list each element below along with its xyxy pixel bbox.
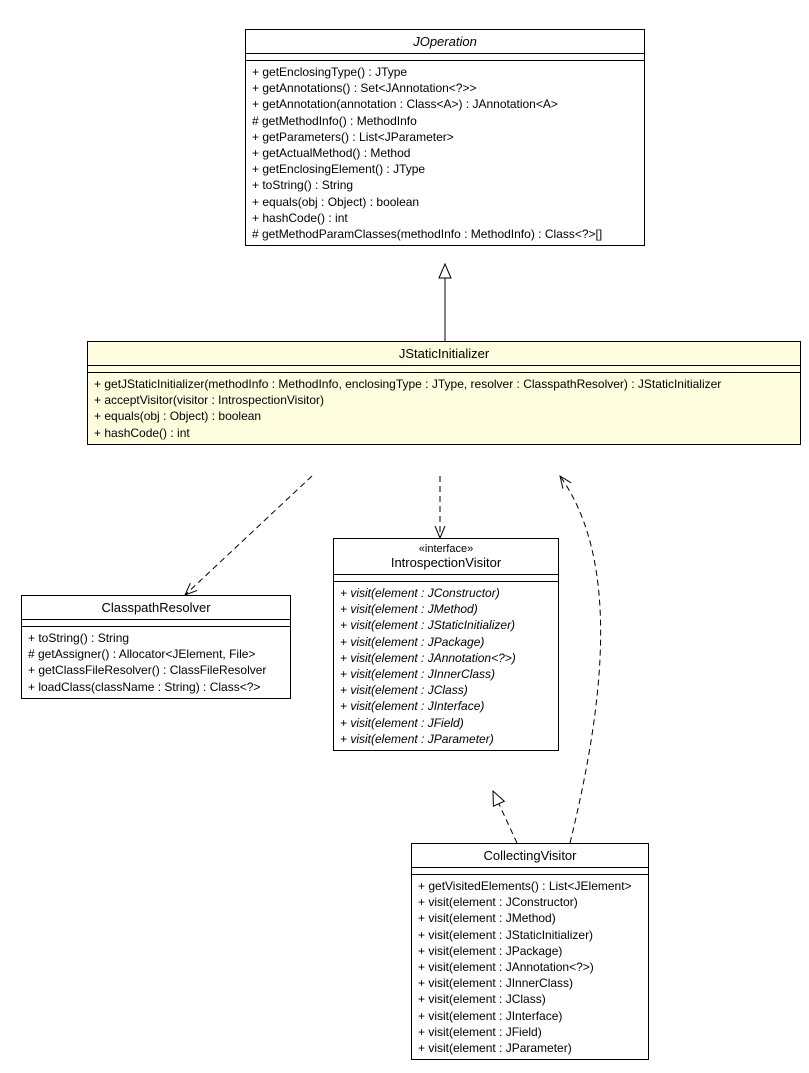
class-collectingvisitor: CollectingVisitor + getVisitedElements()… (411, 843, 649, 1060)
operation-line: + visit(element : JAnnotation<?>) (418, 959, 642, 975)
operation-line: + equals(obj : Object) : boolean (252, 194, 638, 210)
operation-line: + visit(element : JPackage) (418, 943, 642, 959)
class-classpathresolver: ClasspathResolver + toString() : String#… (21, 595, 291, 699)
operation-line: + equals(obj : Object) : boolean (94, 408, 794, 424)
operation-line: + getEnclosingType() : JType (252, 64, 638, 80)
operation-line: + visit(element : JParameter) (340, 731, 552, 747)
operation-line: + getActualMethod() : Method (252, 145, 638, 161)
attrs-compartment (246, 54, 644, 61)
operation-line: + visit(element : JMethod) (418, 910, 642, 926)
operation-line: + getAnnotations() : Set<JAnnotation<?>> (252, 80, 638, 96)
operation-line: # getMethodParamClasses(methodInfo : Met… (252, 226, 638, 242)
operation-line: + visit(element : JInnerClass) (340, 666, 552, 682)
attrs-compartment (22, 620, 290, 627)
operation-line: + loadClass(className : String) : Class<… (28, 679, 284, 695)
ops-compartment: + getJStaticInitializer(methodInfo : Met… (88, 373, 800, 444)
class-name: «interface» IntrospectionVisitor (334, 539, 558, 575)
operation-line: + visit(element : JMethod) (340, 601, 552, 617)
operation-line: + getEnclosingElement() : JType (252, 161, 638, 177)
operation-line: + visit(element : JField) (340, 715, 552, 731)
class-name: JStaticInitializer (88, 342, 800, 366)
operation-line: + getJStaticInitializer(methodInfo : Met… (94, 376, 794, 392)
operation-line: + visit(element : JField) (418, 1024, 642, 1040)
class-name: CollectingVisitor (412, 844, 648, 868)
class-name: ClasspathResolver (22, 596, 290, 620)
operation-line: + toString() : String (252, 177, 638, 193)
operation-line: + visit(element : JAnnotation<?>) (340, 650, 552, 666)
operation-line: + visit(element : JPackage) (340, 634, 552, 650)
operation-line: + getVisitedElements() : List<JElement> (418, 878, 642, 894)
operation-line: + getParameters() : List<JParameter> (252, 129, 638, 145)
attrs-compartment (334, 575, 558, 582)
stereotype: «interface» (342, 543, 550, 555)
operation-line: + visit(element : JInterface) (418, 1008, 642, 1024)
operation-line: + visit(element : JInnerClass) (418, 975, 642, 991)
operation-line: + hashCode() : int (94, 425, 794, 441)
attrs-compartment (412, 868, 648, 875)
operation-line: + visit(element : JStaticInitializer) (418, 927, 642, 943)
class-joperation: JOperation + getEnclosingType() : JType+… (245, 29, 645, 246)
operation-line: + visit(element : JConstructor) (340, 585, 552, 601)
ops-compartment: + getVisitedElements() : List<JElement>+… (412, 875, 648, 1059)
ops-compartment: + visit(element : JConstructor)+ visit(e… (334, 582, 558, 750)
ops-compartment: + getEnclosingType() : JType+ getAnnotat… (246, 61, 644, 245)
class-jstaticinitializer: JStaticInitializer + getJStaticInitializ… (87, 341, 801, 445)
operation-line: + getClassFileResolver() : ClassFileReso… (28, 662, 284, 678)
operation-line: # getAssigner() : Allocator<JElement, Fi… (28, 646, 284, 662)
operation-line: + toString() : String (28, 630, 284, 646)
ops-compartment: + toString() : String# getAssigner() : A… (22, 627, 290, 698)
operation-line: + visit(element : JInterface) (340, 698, 552, 714)
class-name: JOperation (246, 30, 644, 54)
operation-line: + visit(element : JClass) (418, 991, 642, 1007)
operation-line: + acceptVisitor(visitor : IntrospectionV… (94, 392, 794, 408)
operation-line: + visit(element : JConstructor) (418, 894, 642, 910)
operation-line: + visit(element : JStaticInitializer) (340, 617, 552, 633)
operation-line: # getMethodInfo() : MethodInfo (252, 113, 638, 129)
class-introspectionvisitor: «interface» IntrospectionVisitor + visit… (333, 538, 559, 751)
name-text: IntrospectionVisitor (342, 555, 550, 570)
operation-line: + getAnnotation(annotation : Class<A>) :… (252, 96, 638, 112)
operation-line: + visit(element : JClass) (340, 682, 552, 698)
attrs-compartment (88, 366, 800, 373)
operation-line: + visit(element : JParameter) (418, 1040, 642, 1056)
operation-line: + hashCode() : int (252, 210, 638, 226)
